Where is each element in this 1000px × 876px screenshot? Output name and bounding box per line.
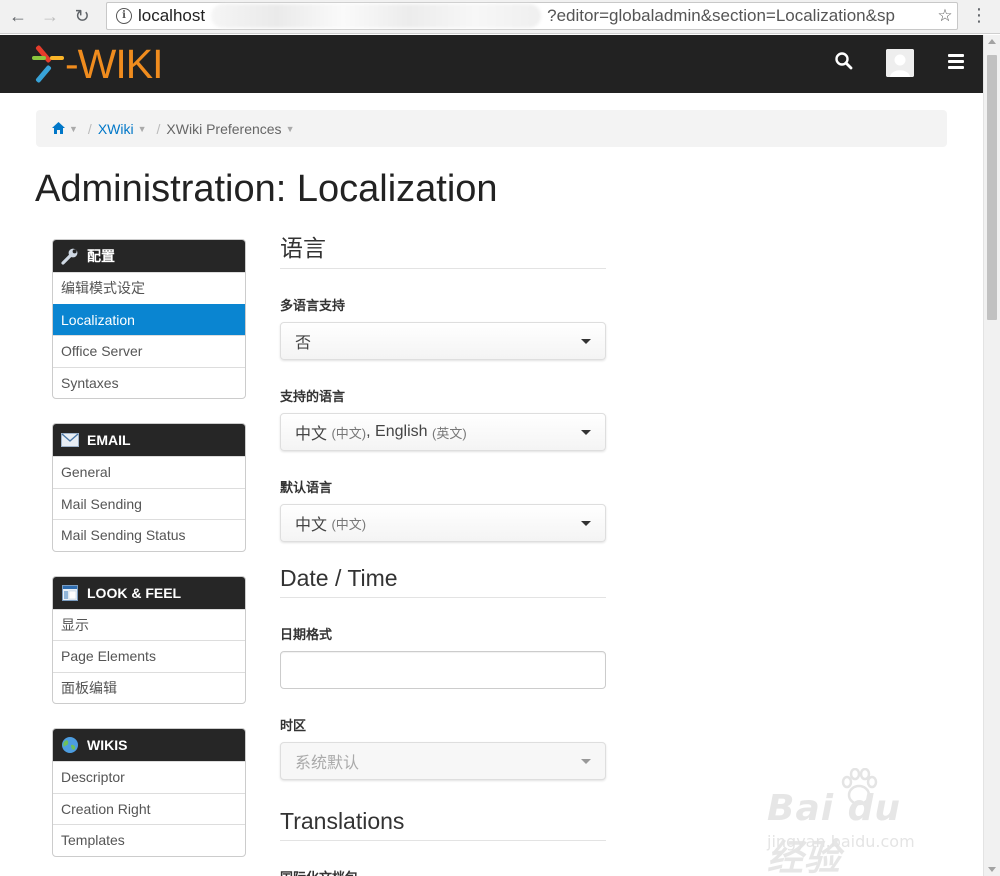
menu-group-title: 配置 [87, 248, 115, 264]
breadcrumb-separator: / [156, 120, 161, 137]
menu-group-wikis: WIKIS Descriptor Creation Right Template… [52, 728, 246, 857]
xwiki-header: - WIKI [0, 35, 983, 93]
admin-menu: 配置 编辑模式设定 Localization Office Server Syn… [52, 239, 246, 876]
menu-item-descriptor[interactable]: Descriptor [53, 761, 245, 793]
wrench-icon [61, 247, 79, 265]
page-title: Administration: Localization [35, 168, 498, 210]
menu-group-title: WIKIS [87, 737, 128, 753]
default-language-select[interactable]: 中文 (中文) [280, 504, 606, 542]
field-label-default-language: 默认语言 [280, 480, 333, 495]
menu-item-templates[interactable]: Templates [53, 824, 245, 856]
url-path: ?editor=globaladmin&section=Localization… [547, 6, 895, 25]
menu-item-localization[interactable]: Localization [53, 303, 245, 335]
field-label-date-format: 日期格式 [280, 627, 333, 642]
menu-item-mail-sending[interactable]: Mail Sending [53, 487, 245, 520]
menu-item-panel-editor[interactable]: 面板编辑 [53, 671, 245, 704]
chevron-down-icon[interactable]: ▼ [138, 124, 147, 134]
section-title-language: 语言 [280, 229, 606, 269]
info-icon[interactable]: i [116, 8, 132, 24]
menu-item-office-server[interactable]: Office Server [53, 335, 245, 367]
select-value-separator: , [366, 423, 371, 440]
field-label-i18n-docs: 国际化文档包 [280, 867, 606, 876]
section-title-translations: Translations [280, 808, 606, 841]
chevron-down-icon[interactable]: ▼ [286, 124, 295, 134]
reload-icon[interactable]: ↻ [68, 3, 96, 31]
supported-languages-select[interactable]: 中文 (中文), English (英文) [280, 413, 606, 451]
page-scrollbar[interactable] [983, 35, 1000, 876]
caret-down-icon [581, 339, 591, 344]
baidu-watermark: Bai du 经验 jingyan.baidu.com [765, 768, 950, 876]
select-value: 否 [295, 335, 312, 352]
date-format-input[interactable] [280, 651, 606, 689]
field-label-supported-languages: 支持的语言 [280, 389, 346, 404]
menu-item-general[interactable]: General [53, 456, 245, 488]
timezone-select[interactable]: 系统默认 [280, 742, 606, 780]
select-value: 系统默认 [295, 755, 360, 772]
url-redacted [211, 4, 542, 28]
breadcrumb-item-preferences: XWiki Preferences [166, 120, 282, 137]
menu-group-header[interactable]: WIKIS [53, 729, 245, 761]
menu-group-header[interactable]: LOOK & FEEL [53, 576, 245, 609]
user-avatar-icon[interactable] [886, 49, 914, 77]
xwiki-logo[interactable]: - WIKI [25, 40, 164, 87]
xwiki-logo-mark-icon [25, 43, 64, 85]
select-value: 中文 [295, 517, 328, 534]
address-bar[interactable]: i localhost ?editor=globaladmin&section=… [106, 2, 958, 30]
caret-down-icon [581, 521, 591, 526]
field-label-timezone: 时区 [280, 718, 307, 733]
select-value-lang-2-native: (英文) [431, 425, 467, 441]
caret-down-icon [581, 430, 591, 435]
logo-text: WIKI [77, 40, 164, 87]
url-host: localhost [138, 6, 206, 25]
back-arrow-icon[interactable]: ← [4, 3, 32, 31]
chevron-down-icon[interactable]: ▼ [69, 124, 78, 134]
menu-group-config: 配置 编辑模式设定 Localization Office Server Syn… [52, 239, 246, 399]
browser-toolbar: ← → ↻ i localhost ?editor=globaladmin&se… [0, 0, 1000, 34]
breadcrumb-separator: / [87, 120, 92, 137]
menu-group-header[interactable]: 配置 [53, 240, 245, 272]
menu-group-title: EMAIL [87, 432, 131, 448]
localization-form: 语言 多语言支持 否 支持的语言 中文 (中文), English (英文) 默… [280, 229, 606, 876]
menu-group-look-feel: LOOK & FEEL 显示 Page Elements 面板编辑 [52, 575, 246, 704]
breadcrumb: ▼ / XWiki ▼ / XWiki Preferences ▼ [36, 110, 947, 147]
caret-down-icon [581, 759, 591, 764]
select-value-lang-1-native: (中文) [331, 425, 367, 441]
multilingual-select[interactable]: 否 [280, 322, 606, 360]
menu-item-mail-sending-status[interactable]: Mail Sending Status [53, 519, 245, 551]
home-icon[interactable] [52, 121, 65, 137]
logo-dash: - [65, 40, 79, 87]
scroll-down-arrow-icon[interactable] [988, 867, 996, 872]
section-title-datetime: Date / Time [280, 565, 606, 598]
field-label-multilingual: 多语言支持 [280, 298, 346, 313]
breadcrumb-item-xwiki[interactable]: XWiki [98, 121, 134, 137]
hamburger-menu-icon[interactable] [948, 54, 964, 70]
bookmark-star-icon[interactable]: ☆ [933, 6, 957, 26]
envelope-icon [61, 431, 79, 449]
menu-item-page-elements[interactable]: Page Elements [53, 640, 245, 672]
scrollbar-thumb[interactable] [987, 55, 997, 320]
search-icon[interactable] [834, 51, 858, 75]
globe-icon [61, 736, 79, 754]
menu-group-title: LOOK & FEEL [87, 584, 182, 601]
menu-group-email: EMAIL General Mail Sending Mail Sending … [52, 423, 246, 552]
layout-icon [61, 584, 79, 602]
select-value-lang-1: 中文 [295, 426, 328, 443]
watermark-url: jingyan.baidu.com [767, 832, 915, 851]
forward-arrow-icon[interactable]: → [36, 3, 64, 31]
select-value-native: (中文) [331, 516, 367, 532]
browser-menu-icon[interactable]: ⋮ [970, 4, 988, 26]
select-value-lang-2: English [375, 423, 428, 440]
menu-item-edit-mode[interactable]: 编辑模式设定 [53, 272, 245, 304]
menu-item-syntaxes[interactable]: Syntaxes [53, 366, 245, 399]
menu-group-header[interactable]: EMAIL [53, 424, 245, 456]
menu-item-display[interactable]: 显示 [53, 608, 245, 641]
scroll-up-arrow-icon[interactable] [988, 39, 996, 44]
menu-item-creation-right[interactable]: Creation Right [53, 792, 245, 825]
